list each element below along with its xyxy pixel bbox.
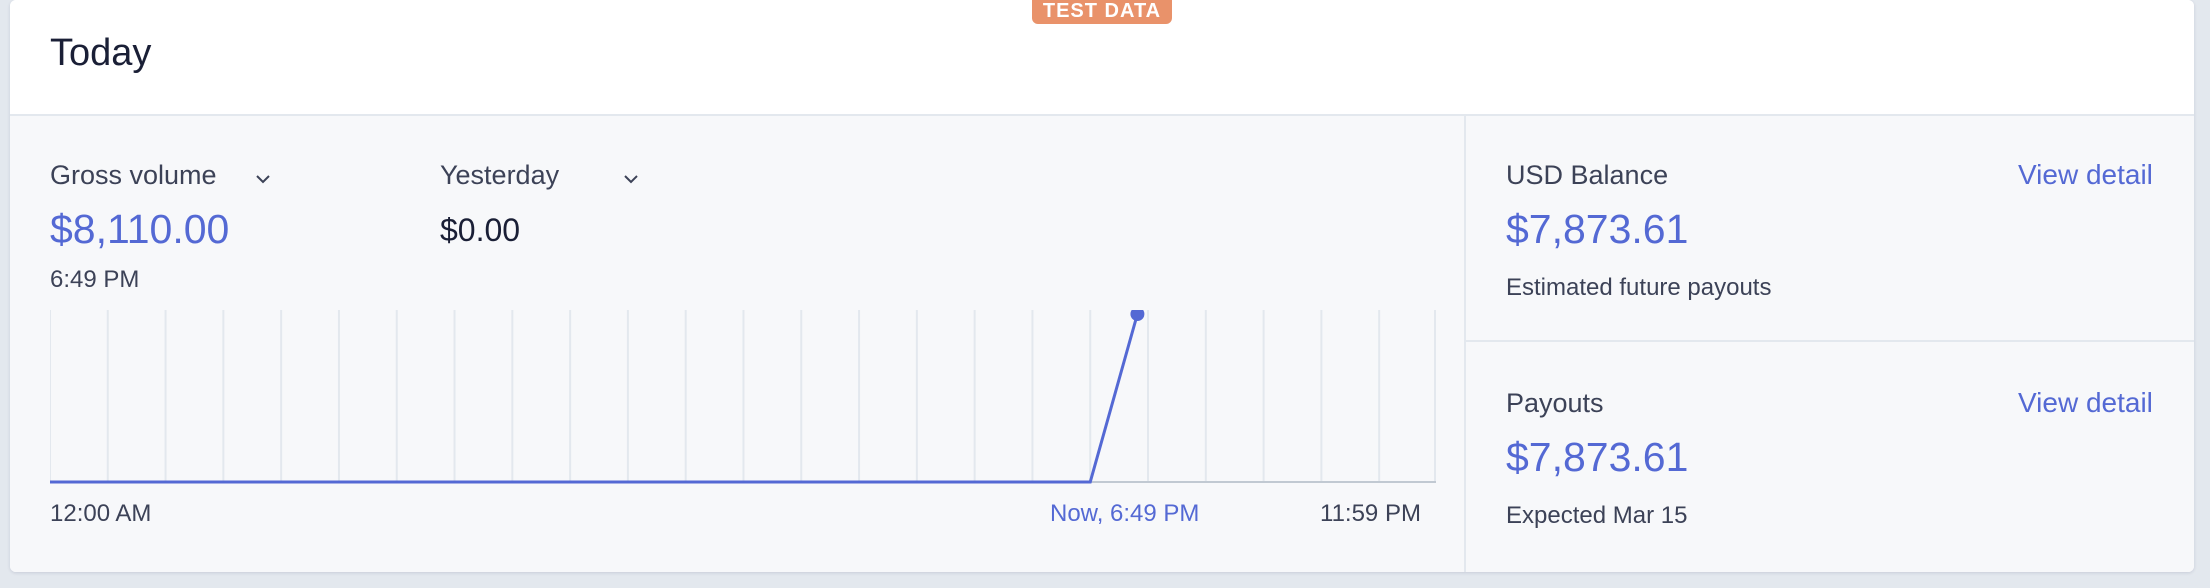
usd-balance-view-detail-link[interactable]: View detail	[2018, 159, 2153, 191]
gross-volume-label: Gross volume	[50, 160, 217, 190]
usd-balance-value: $7,873.61	[1506, 206, 1689, 252]
gross-volume-time: 6:49 PM	[50, 266, 140, 293]
gross-volume-panel: Gross volume $8,110.00 6:49 PM Yesterday…	[10, 116, 1466, 572]
balance-sidebar: USD Balance View detail $7,873.61 Estima…	[1466, 116, 2194, 572]
divider	[1466, 340, 2194, 342]
gross-volume-value: $8,110.00	[50, 206, 230, 252]
x-axis-now-label: Now, 6:49 PM	[1050, 500, 1200, 527]
gross-volume-chart	[50, 310, 1436, 484]
payouts-note: Expected Mar 15	[1506, 502, 1688, 529]
card-header: TEST DATA Today	[10, 0, 2194, 116]
payouts-view-detail-link[interactable]: View detail	[2018, 387, 2153, 419]
payouts-label: Payouts	[1506, 388, 1604, 418]
usd-balance-note: Estimated future payouts	[1506, 274, 1772, 301]
usd-balance-label: USD Balance	[1506, 160, 1669, 190]
today-card: TEST DATA Today Gross volume $8,110.00 6…	[10, 0, 2194, 572]
compare-label: Yesterday	[440, 160, 560, 190]
x-axis-end-label: 11:59 PM	[1320, 500, 1421, 527]
data-point-current	[1130, 310, 1145, 321]
payouts-value: $7,873.61	[1506, 434, 1689, 480]
chevron-down-icon	[624, 175, 638, 184]
compare-dropdown[interactable]: Yesterday	[440, 160, 660, 200]
gross-volume-dropdown[interactable]: Gross volume	[50, 160, 280, 200]
chevron-down-icon	[256, 175, 270, 184]
test-data-badge: TEST DATA	[1032, 0, 1172, 24]
x-axis-start-label: 12:00 AM	[50, 500, 152, 527]
compare-value: $0.00	[440, 212, 521, 248]
page-title: Today	[50, 32, 152, 74]
chart-grid	[50, 310, 1436, 482]
